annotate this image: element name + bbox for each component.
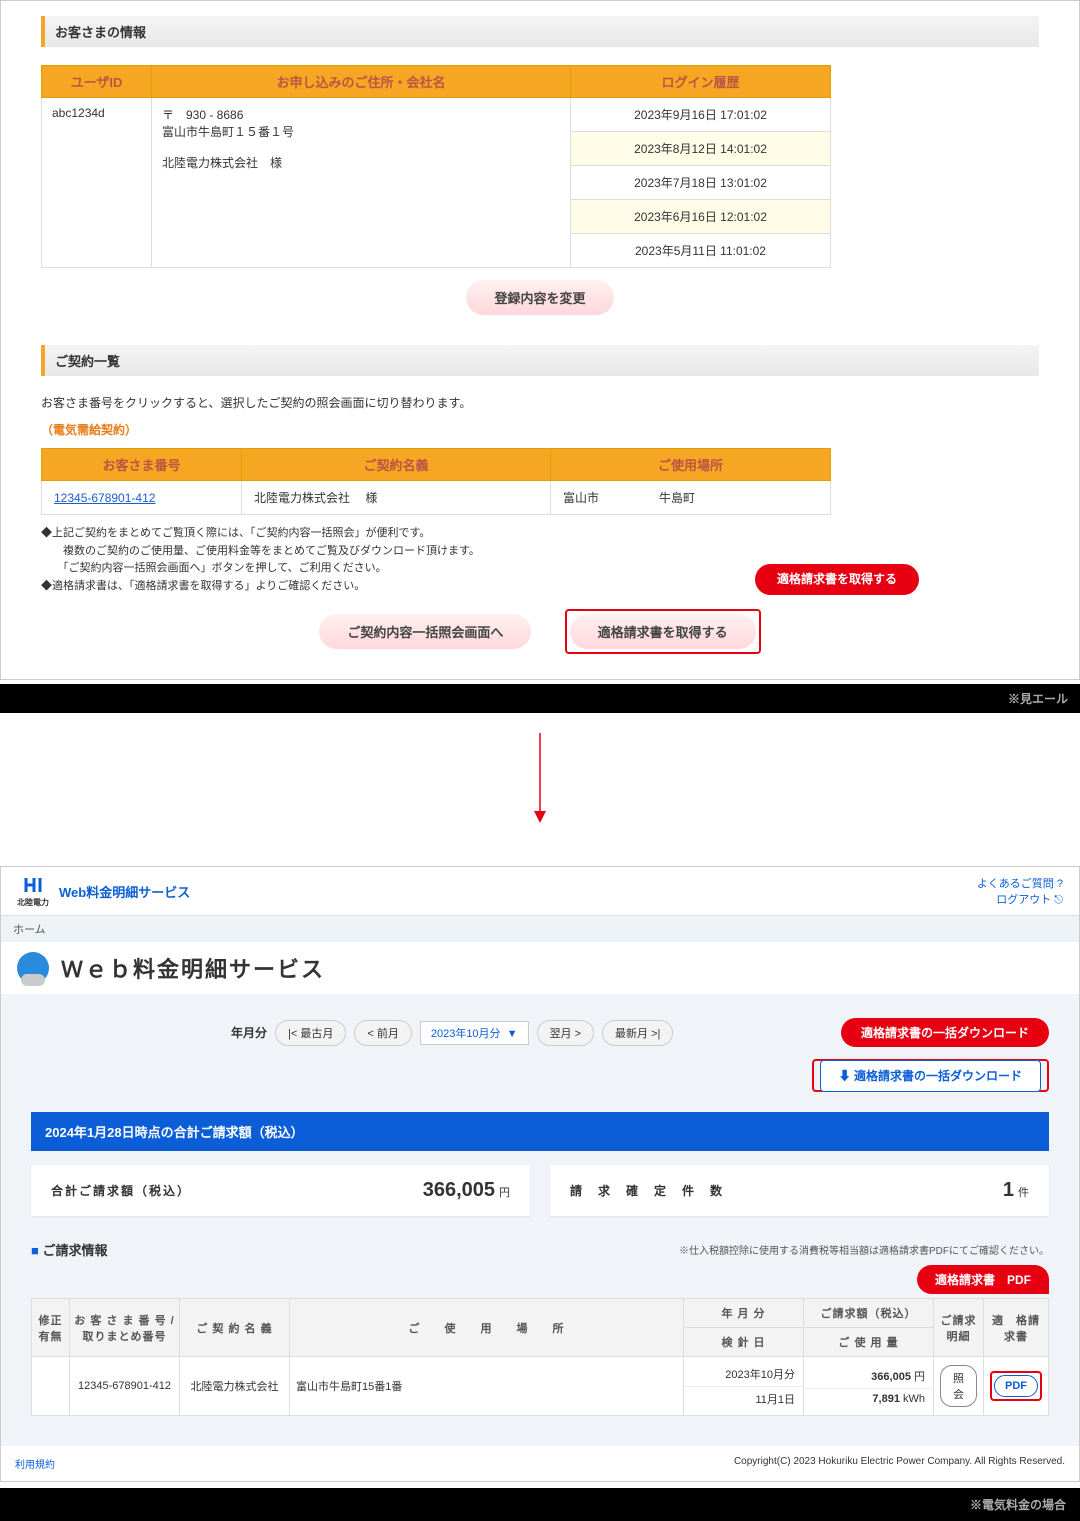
billing-note: ※仕入税額控除に使用する消費税等相当額は適格請求書PDFにてご確認ください。 [679,1242,1049,1257]
cell-usage-place: 富山市 牛島町 [551,481,831,515]
summary-count: 請 求 確 定 件 数 1件 [550,1165,1049,1216]
th-correction: 修正有無 [32,1299,70,1357]
summary-total-label: 合計ご請求額（税込） [51,1182,191,1199]
customer-info-table: ユーザID お申し込みのご住所・会社名 ログイン履歴 abc1234d 〒 93… [41,65,831,268]
latest-month-button[interactable]: 最新月 >| [602,1020,673,1046]
total-bar: 2024年1月28日時点の合計ご請求額（税込） [31,1112,1049,1151]
th-customer-no: お 客 さ ま 番 号 /取りまとめ番号 [70,1299,180,1357]
cell-pdf: PDF [984,1357,1049,1416]
login-history-item: 2023年7月18日 13:01:02 [571,166,830,200]
th-customer-number: お客さま番号 [42,449,242,481]
cell-ym-meter: 2023年10月分 11月1日 [684,1357,804,1416]
summary-count-label: 請 求 確 定 件 数 [570,1182,724,1199]
service-title-small: Web料金明細サービス [59,882,190,901]
prev-month-button[interactable]: < 前月 [354,1020,411,1046]
th-contract-name: ご契約名義 [242,449,551,481]
cell-contract-name: 北陸電力株式会社 様 [242,481,551,515]
login-history-item: 2023年6月16日 12:01:02 [571,200,830,234]
breadcrumb[interactable]: ホーム [1,916,1079,942]
cell-amount-usage: 366,005 円 7,891 kWh [804,1357,934,1416]
pdf-button[interactable]: PDF [994,1375,1038,1397]
brand-name: 北陸電力 [17,899,49,907]
logout-link[interactable]: ログアウト ⎋ [996,894,1063,906]
cell-customer-number: 12345-678901-412 [42,481,242,515]
th-invoice: 適 格請求書 [984,1299,1049,1357]
th-login-history: ログイン履歴 [571,66,831,98]
billing-info-header: ご請求情報 [31,1240,107,1259]
detail-button[interactable]: 照会 [940,1365,977,1407]
flow-arrow [0,713,1080,866]
th-usage-place: ご使用場所 [551,449,831,481]
get-invoice-button[interactable]: 適格請求書を取得する [570,614,756,649]
cell-correction [32,1357,70,1416]
th-address: お申し込みのご住所・会社名 [152,66,571,98]
avatar-icon [17,952,49,984]
change-registration-button[interactable]: 登録内容を変更 [466,280,613,315]
cell-user-id: abc1234d [42,98,152,268]
callout-invoice-pdf: 適格請求書 PDF [917,1265,1049,1294]
batch-download-button[interactable]: ⬇ 適格請求書の一括ダウンロード [820,1060,1041,1092]
login-history-item: 2023年9月16日 17:01:02 [571,98,830,132]
th-meter-date: 検 針 日 [684,1328,804,1357]
customer-info-panel: お客さまの情報 ユーザID お申し込みのご住所・会社名 ログイン履歴 abc12… [0,0,1080,680]
login-history-cell: 2023年9月16日 17:01:022023年8月12日 14:01:0220… [571,98,831,268]
contract-desc: お客さま番号をクリックすると、選択したご契約の照会画面に切り替わります。 [41,394,1039,411]
next-month-button[interactable]: 翌月 > [537,1020,594,1046]
th-usage: ご 使 用 量 [804,1328,934,1357]
logo-icon: 北陸電力 [17,876,49,907]
cell-place: 富山市牛島町15番1番 [290,1357,684,1416]
page-title: Ｗｅｂ料金明細サービス [61,952,325,984]
supply-contract-label: （電気需給契約） [41,421,1039,438]
note-line-1: ◆上記ご契約をまとめてご覧頂く際には、「ご契約内容一括照会」が便利です。 [41,525,1039,543]
address-line: 富山市牛島町１５番１号 [162,123,560,140]
company-name: 北陸電力株式会社 様 [162,154,560,171]
billing-row: 12345-678901-412 北陸電力株式会社 富山市牛島町15番1番 20… [32,1357,1049,1416]
summary-total: 合計ご請求額（税込） 366,005円 [31,1165,530,1216]
summary-count-value: 1 [1003,1179,1014,1201]
batch-inquiry-button[interactable]: ご契約内容一括照会画面へ [319,614,531,649]
footer: 利用規約 Copyright(C) 2023 Hokuriku Electric… [1,1446,1079,1481]
contract-notes: ◆上記ご契約をまとめてご覧頂く際には、「ご契約内容一括照会」が便利です。 複数の… [41,525,1039,595]
period-dropdown[interactable]: 2023年10月分 ▼ [420,1021,529,1045]
web-billing-panel: 北陸電力 Web料金明細サービス よくあるご質問 ? ログアウト ⎋ ホーム Ｗ… [0,866,1080,1482]
oldest-month-button[interactable]: |< 最古月 [275,1020,346,1046]
faq-link[interactable]: よくあるご質問 ? [977,878,1063,890]
cell-contract-name: 北陸電力株式会社 [180,1357,290,1416]
service-header: 北陸電力 Web料金明細サービス よくあるご質問 ? ログアウト ⎋ [1,867,1079,916]
section-customer-info: お客さまの情報 [41,16,1039,47]
period-label: 年月分 [231,1024,267,1041]
copyright: Copyright(C) 2023 Hokuriku Electric Powe… [734,1456,1065,1471]
cell-address: 〒 930 - 8686 富山市牛島町１５番１号 北陸電力株式会社 様 [152,98,571,268]
terms-link[interactable]: 利用規約 [15,1456,55,1471]
contract-table: お客さま番号 ご契約名義 ご使用場所 12345-678901-412 北陸電力… [41,448,831,515]
th-detail: ご請求明細 [934,1299,984,1357]
summary-total-value: 366,005 [423,1179,495,1201]
arrow-icon [530,733,550,823]
callout-batch-download: 適格請求書の一括ダウンロード [841,1018,1049,1047]
billing-table: 修正有無 お 客 さ ま 番 号 /取りまとめ番号 ご 契 約 名 義 ご 使 … [31,1298,1049,1416]
th-year-month: 年 月 分 [684,1299,804,1328]
login-history-item: 2023年5月11日 11:01:02 [571,234,830,267]
postal-code: 〒 930 - 8686 [162,106,560,123]
electricity-note: ※電気料金の場合 [0,1488,1080,1521]
download-box: ⬇ 適格請求書の一括ダウンロード [812,1059,1049,1092]
download-icon: ⬇ [839,1069,851,1083]
section-contract-list: ご契約一覧 [41,345,1039,376]
cell-detail: 照会 [934,1357,984,1416]
th-amount: ご請求額（税込） [804,1299,934,1328]
mieru-badge: ※見エール [0,684,1080,713]
th-place: ご 使 用 場 所 [290,1299,684,1357]
note-line-2: 複数のご契約のご使用量、ご使用料金等をまとめてご覧及びダウンロード頂けます。 [41,543,1039,561]
th-contract-name: ご 契 約 名 義 [180,1299,290,1357]
th-user-id: ユーザID [42,66,152,98]
cell-customer-no: 12345-678901-412 [70,1357,180,1416]
callout-get-invoice: 適格請求書を取得する [755,564,919,595]
customer-number-link[interactable]: 12345-678901-412 [54,491,155,505]
login-history-item: 2023年8月12日 14:01:02 [571,132,830,166]
